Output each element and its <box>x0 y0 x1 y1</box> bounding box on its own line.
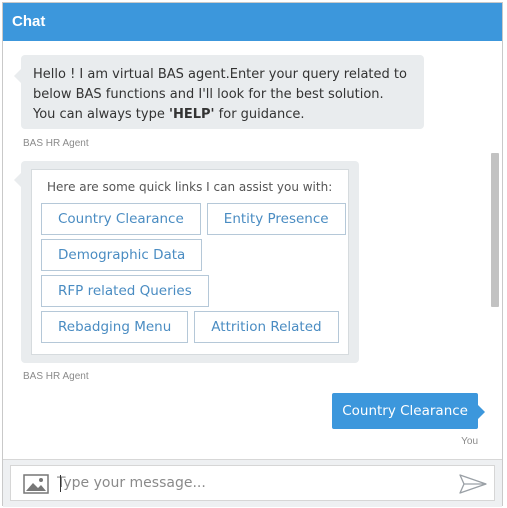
quick-link-row: Rebadging Menu Attrition Related <box>41 311 339 343</box>
message-input[interactable] <box>57 470 447 496</box>
bubble-tail <box>14 69 21 83</box>
composer-field <box>10 465 495 501</box>
message-list[interactable]: Hello ! I am virtual BAS agent.Enter you… <box>3 41 502 459</box>
sender-label-you: You <box>461 436 478 447</box>
chat-window: Chat Hello ! I am virtual BAS agent.Ente… <box>2 2 503 507</box>
chat-header-title: Chat <box>3 3 502 41</box>
quick-link-rfp-queries[interactable]: RFP related Queries <box>41 275 209 307</box>
message-composer <box>3 459 502 507</box>
quick-links-panel: Here are some quick links I can assist y… <box>31 169 349 355</box>
scrollbar-thumb[interactable] <box>491 153 499 307</box>
help-keyword: 'HELP' <box>168 107 215 122</box>
quick-link-rebadging-menu[interactable]: Rebadging Menu <box>41 311 189 343</box>
welcome-line-3-suffix: for guidance. <box>214 107 305 122</box>
quick-link-row: Country Clearance Entity Presence <box>41 203 346 235</box>
welcome-line-3: You can always type 'HELP' for guidance. <box>33 105 412 125</box>
user-message-bubble: Country Clearance <box>332 393 478 429</box>
bubble-tail <box>478 405 485 419</box>
bubble-tail <box>14 173 21 187</box>
send-icon[interactable] <box>458 473 488 495</box>
sender-label: BAS HR Agent <box>23 138 89 149</box>
quick-link-row: RFP related Queries <box>41 275 339 307</box>
quick-link-country-clearance[interactable]: Country Clearance <box>41 203 201 235</box>
welcome-line-1: Hello ! I am virtual BAS agent.Enter you… <box>33 67 407 82</box>
image-icon[interactable] <box>23 474 49 494</box>
text-caret <box>60 475 61 492</box>
welcome-message-bubble: Hello ! I am virtual BAS agent.Enter you… <box>21 55 424 129</box>
quick-link-row: Demographic Data <box>41 239 339 271</box>
sender-label: BAS HR Agent <box>23 371 89 382</box>
quick-links-intro: Here are some quick links I can assist y… <box>47 180 333 194</box>
quick-link-entity-presence[interactable]: Entity Presence <box>206 203 346 235</box>
quick-link-demographic-data[interactable]: Demographic Data <box>41 239 203 271</box>
quick-link-attrition-related[interactable]: Attrition Related <box>194 311 339 343</box>
quick-links-bubble: Here are some quick links I can assist y… <box>21 161 359 363</box>
welcome-line-3-prefix: You can always type <box>33 107 169 122</box>
welcome-line-2: below BAS functions and I'll look for th… <box>33 87 384 102</box>
